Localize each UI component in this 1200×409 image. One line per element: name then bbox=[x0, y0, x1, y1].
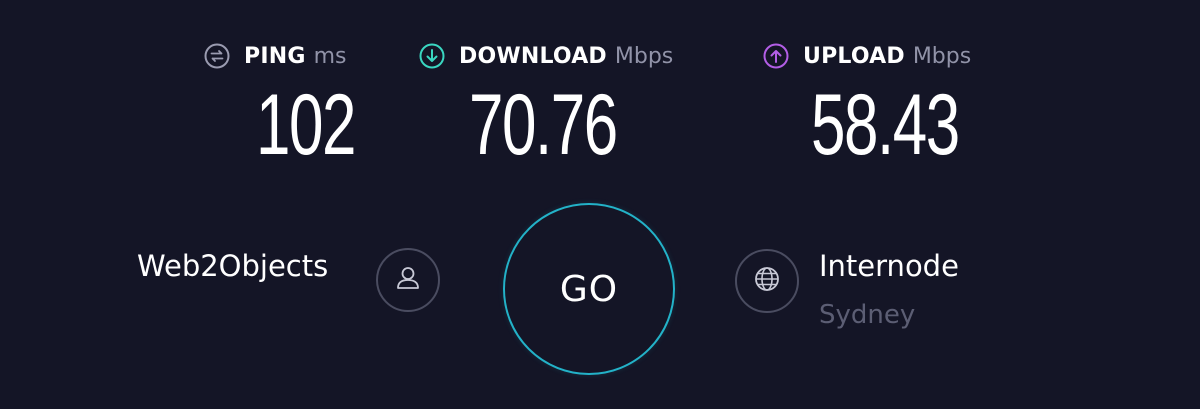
ping-header: PING ms bbox=[204, 40, 347, 72]
download-value: 70.76 bbox=[469, 77, 618, 173]
upload-arrow-icon bbox=[763, 43, 789, 69]
download-unit: Mbps bbox=[614, 43, 674, 69]
upload-value: 58.43 bbox=[811, 77, 960, 173]
ping-value: 102 bbox=[256, 77, 356, 173]
upload-metric: UPLOAD Mbps 58.43 bbox=[763, 40, 971, 168]
ping-label: PING bbox=[244, 43, 306, 69]
ping-metric: PING ms 102 bbox=[204, 40, 356, 168]
upload-label: UPLOAD bbox=[803, 43, 905, 69]
client-isp-name: Web2Objects bbox=[137, 249, 329, 283]
server-name[interactable]: Internode bbox=[819, 249, 959, 283]
upload-header: UPLOAD Mbps bbox=[763, 40, 971, 72]
go-button[interactable]: GO bbox=[503, 203, 675, 375]
globe-icon bbox=[751, 263, 783, 299]
change-account-button[interactable] bbox=[376, 248, 440, 312]
ping-unit: ms bbox=[313, 43, 347, 69]
download-label: DOWNLOAD bbox=[459, 43, 607, 69]
go-label: GO bbox=[559, 268, 619, 310]
user-icon bbox=[393, 263, 423, 297]
change-server-button[interactable] bbox=[735, 249, 799, 313]
download-metric: DOWNLOAD Mbps 70.76 bbox=[419, 40, 673, 168]
speedtest-panel: PING ms 102 DOWNLOAD Mbps 70.76 UPLOAD M… bbox=[0, 0, 1200, 409]
download-arrow-icon bbox=[419, 43, 445, 69]
server-location: Sydney bbox=[819, 300, 916, 330]
download-header: DOWNLOAD Mbps bbox=[419, 40, 673, 72]
upload-unit: Mbps bbox=[912, 43, 972, 69]
ping-icon bbox=[204, 43, 230, 69]
